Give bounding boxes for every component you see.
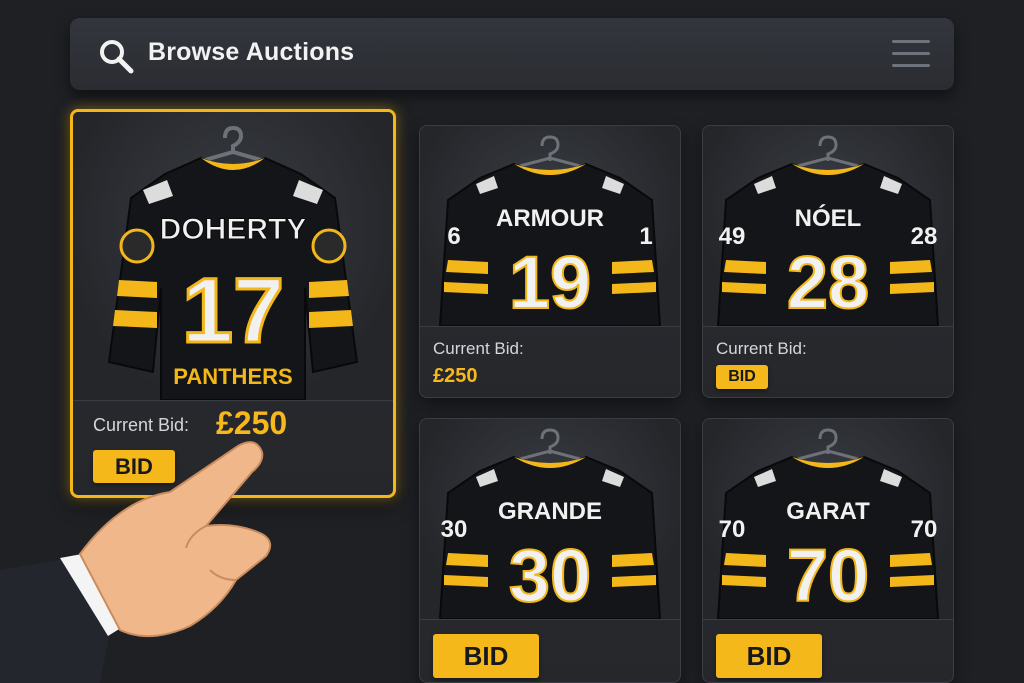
bid-button[interactable]: BID: [716, 634, 822, 678]
auction-card[interactable]: ARMOUR 19 6 1 Current Bid: £250: [419, 125, 681, 398]
auction-card[interactable]: NÓEL 28 49 28 Current Bid: BID: [702, 125, 954, 398]
player-number: 17: [182, 260, 284, 362]
bid-button[interactable]: BID: [716, 365, 768, 389]
svg-text:28: 28: [911, 223, 938, 250]
page-title: Browse Auctions: [148, 38, 355, 66]
auction-card[interactable]: GARAT 70 70 70 BID: [702, 418, 954, 683]
auction-card[interactable]: GRANDE 30 30 BID: [419, 418, 681, 683]
jersey-image: GARAT 70 70 70: [703, 419, 953, 619]
search-icon[interactable]: [96, 36, 136, 76]
current-bid-label: Current Bid:: [716, 339, 807, 358]
jersey-image: NÓEL 28 49 28: [703, 126, 953, 326]
svg-text:1: 1: [639, 223, 652, 250]
svg-text:49: 49: [719, 223, 746, 250]
player-name: DOHERTY: [160, 213, 307, 246]
svg-text:70: 70: [911, 516, 938, 543]
team-name: PANTHERS: [173, 364, 292, 389]
svg-text:6: 6: [447, 223, 460, 250]
header-bar: Browse Auctions: [70, 18, 954, 90]
panther-logo-icon: [119, 228, 155, 264]
pointing-hand-icon: [0, 430, 300, 683]
player-number: 70: [787, 534, 869, 617]
player-number: 19: [509, 241, 591, 324]
svg-text:70: 70: [719, 516, 746, 543]
player-name: ARMOUR: [496, 205, 604, 232]
jersey-image: ARMOUR 19 6 1: [420, 126, 680, 326]
current-bid-amount: £250: [433, 365, 478, 387]
current-bid-label: Current Bid:: [433, 339, 524, 358]
bid-button[interactable]: BID: [433, 634, 539, 678]
hamburger-menu-icon[interactable]: [892, 40, 930, 70]
player-name: GRANDE: [498, 498, 602, 525]
jersey-image: DOHERTY 17 PANTHERS: [73, 112, 393, 400]
jersey-image: GRANDE 30 30: [420, 419, 680, 619]
player-name: GARAT: [786, 498, 870, 525]
player-number: 30: [509, 534, 591, 617]
svg-text:30: 30: [441, 516, 468, 543]
player-name: NÓEL: [795, 204, 862, 232]
player-number: 28: [787, 241, 869, 324]
